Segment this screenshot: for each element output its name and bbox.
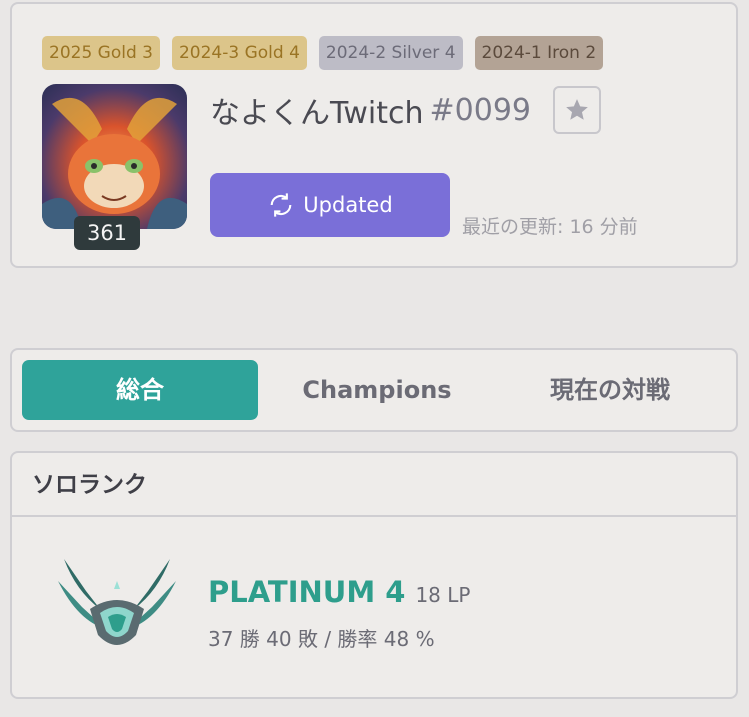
summoner-level: 361 [74, 216, 140, 250]
league-points: 18 LP [415, 583, 471, 607]
platinum-emblem-icon [58, 559, 176, 645]
season-badge: 2025 Gold 3 [42, 36, 160, 70]
last-update-text: 最近の更新: 16 分前 [462, 216, 638, 238]
tab-overview[interactable]: 総合 [22, 360, 258, 420]
profile-avatar [42, 84, 187, 229]
rank-tier: PLATINUM 4 [208, 575, 406, 609]
update-button-label: Updated [303, 193, 393, 217]
tab-champions[interactable]: Champions [262, 360, 492, 420]
rank-tier-row: PLATINUM 4 18 LP [208, 575, 470, 609]
season-badge: 2024-1 Iron 2 [474, 36, 604, 70]
solo-rank-card: ソロランク PLATINUM 4 18 LP 37 勝 40 敗 / 勝率 48… [10, 451, 738, 699]
season-badges: 2025 Gold 3 2024-3 Gold 4 2024-2 Silver … [42, 36, 604, 70]
nav-tabs: 総合 Champions 現在の対戦 [10, 348, 738, 432]
summoner-name-row: なよくんTwitch #0099 [210, 88, 531, 132]
season-badge: 2024-3 Gold 4 [171, 36, 307, 70]
summoner-name: なよくんTwitch [210, 96, 424, 131]
summoner-tag: #0099 [429, 92, 531, 128]
refresh-icon [270, 193, 292, 217]
season-badge: 2024-2 Silver 4 [318, 36, 463, 70]
win-loss-record: 37 勝 40 敗 / 勝率 48 % [208, 627, 435, 651]
favorite-button[interactable] [553, 86, 601, 134]
update-button[interactable]: Updated [210, 173, 450, 237]
tab-live-game[interactable]: 現在の対戦 [492, 360, 728, 420]
star-icon [566, 99, 588, 120]
profile-card: 2025 Gold 3 2024-3 Gold 4 2024-2 Silver … [10, 2, 738, 268]
avatar-image [42, 97, 187, 229]
rank-queue-title: ソロランク [12, 453, 736, 517]
